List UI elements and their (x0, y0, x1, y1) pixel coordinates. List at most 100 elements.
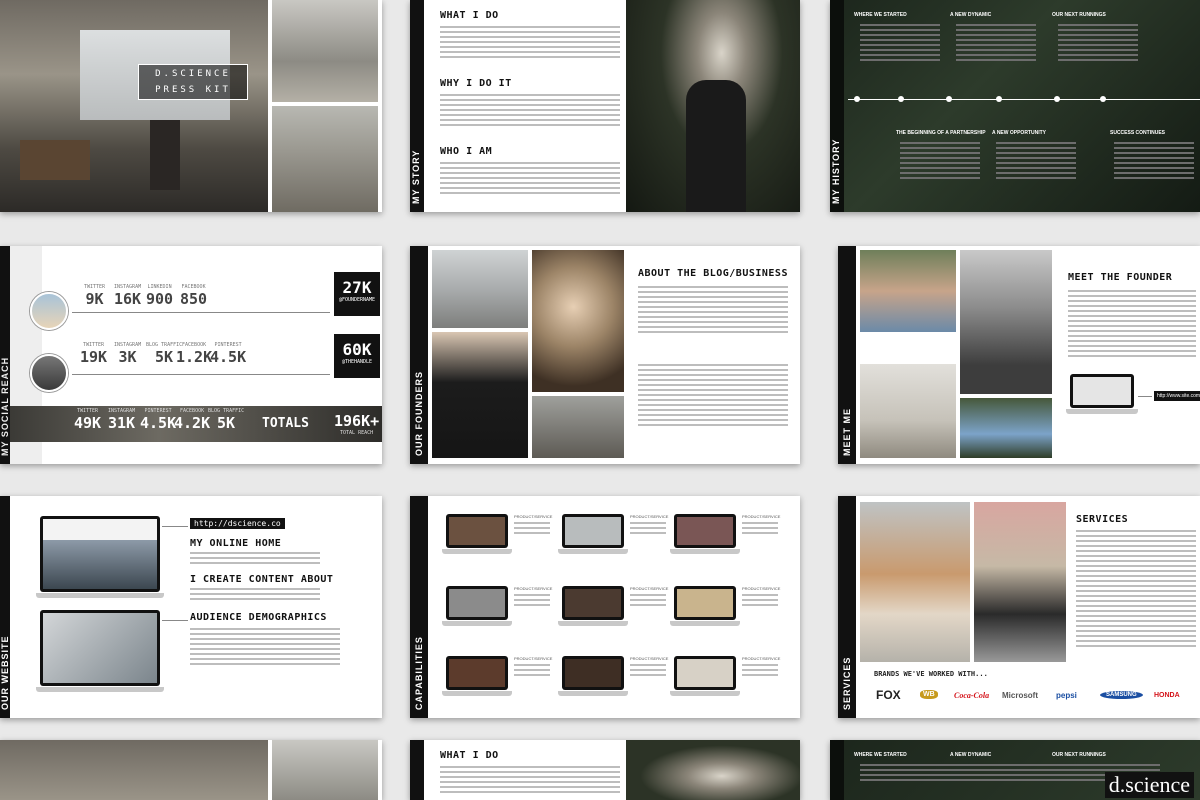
office-photo (0, 740, 268, 800)
totals-label: TOTALS (262, 416, 309, 431)
history-bottom-1-heading: THE BEGINNING OF A PARTNERSHIP (896, 130, 986, 136)
row1-stat-linkedin: LINKEDIN 900 (146, 284, 174, 308)
meet-photo-1 (860, 250, 956, 332)
totals-stat-instagram: INSTAGRAM 31K (108, 408, 136, 432)
founders-photo-4 (532, 396, 624, 458)
website-url[interactable]: http://dscience.co (190, 518, 285, 529)
what-i-do-heading: WHAT I DO (440, 10, 499, 21)
capability-title: PRODUCT/SERVICE (742, 514, 781, 519)
office-photo (0, 0, 268, 212)
history-bottom-2-heading: A NEW OPPORTUNITY (992, 130, 1046, 136)
row1-arrow (72, 312, 330, 313)
meet-url-arrow (1138, 396, 1152, 397)
capability-title: PRODUCT/SERVICE (514, 586, 553, 591)
services-text (1076, 530, 1196, 650)
what-i-do-text (440, 26, 620, 61)
website-arrow-1 (162, 526, 188, 527)
meet-me-label: MEET ME (842, 407, 852, 456)
brand-honda-logo: HONDA (1154, 692, 1180, 699)
founder-1-avatar (30, 292, 68, 330)
website-arrow-2 (162, 620, 188, 621)
history-bottom-1-text (900, 142, 980, 182)
history-top-1-heading: WHERE WE STARTED (854, 752, 907, 758)
slide-press-kit-repeat[interactable] (0, 740, 382, 800)
slide-meet-me[interactable]: MEET ME MEET THE FOUNDER http://www.site… (838, 246, 1200, 464)
totals-stat-pinterest: PINTEREST 4.5K (140, 408, 177, 432)
timeline-dot (1054, 96, 1060, 102)
about-blog-text-1 (638, 286, 788, 336)
history-top-2-heading: A NEW DYNAMIC (950, 12, 992, 18)
capability-laptop (670, 514, 740, 554)
timeline-dot (946, 96, 952, 102)
slide-our-website[interactable]: OUR WEBSITE http://dscience.co MY ONLINE… (0, 496, 382, 718)
create-content-text (190, 588, 320, 603)
my-history-label: MY HISTORY (831, 138, 841, 204)
press-kit-title: D.SCIENCE PRESS KIT (138, 64, 248, 100)
beach-photo-top (272, 740, 378, 800)
woman-portrait-photo (626, 740, 800, 800)
slide-our-founders[interactable]: OUR FOUNDERS ABOUT THE BLOG/BUSINESS (410, 246, 800, 464)
who-i-am-heading: WHO I AM (440, 146, 493, 157)
capability-text (742, 664, 778, 679)
history-top-2-text (956, 24, 1036, 64)
history-top-2-heading: A NEW DYNAMIC (950, 752, 992, 758)
history-bottom-3-heading: SUCCESS CONTINUES (1110, 130, 1166, 136)
capability-text (630, 594, 666, 609)
audience-demographics-heading: AUDIENCE DEMOGRAPHICS (190, 612, 327, 623)
total-reach-value: 196K+ TOTAL REACH (334, 412, 380, 436)
why-i-do-it-text (440, 94, 620, 129)
founder-2-avatar (30, 354, 68, 392)
meet-founder-text (1068, 290, 1196, 360)
my-online-home-heading: MY ONLINE HOME (190, 538, 282, 549)
what-i-do-heading: WHAT I DO (440, 750, 499, 761)
slide-capabilities[interactable]: CAPABILITIES PRODUCT/SERVICE PRODUCT/SER… (410, 496, 800, 718)
timeline-dot (1100, 96, 1106, 102)
beach-photo-bottom (272, 106, 378, 212)
website-laptop-2 (36, 610, 164, 692)
brand-wb-logo: WB (920, 690, 938, 699)
meet-url-tag[interactable]: http://www.site.com (1154, 391, 1200, 401)
slide-social-reach[interactable]: MY SOCIAL REACH TWITTER 9K INSTAGRAM 16K L… (0, 246, 382, 464)
services-photo-1 (860, 502, 970, 662)
create-content-heading: I CREATE CONTENT ABOUT (190, 574, 334, 585)
capability-text (514, 594, 550, 609)
brand-cocacola-logo: Coca-Cola (954, 691, 990, 700)
capability-laptop (442, 656, 512, 696)
our-website-label: OUR WEBSITE (0, 635, 10, 710)
row1-stat-facebook: FACEBOOK 850 (180, 284, 208, 308)
capability-title: PRODUCT/SERVICE (630, 586, 669, 591)
meet-photo-3 (860, 364, 956, 458)
row1-total-box: 27K @FOUNDERNAME (334, 272, 380, 316)
capability-text (742, 522, 778, 537)
services-label: SERVICES (842, 656, 852, 710)
slide-press-kit[interactable]: D.SCIENCE PRESS KIT (0, 0, 382, 212)
capability-laptop (558, 656, 628, 696)
capability-title: PRODUCT/SERVICE (742, 586, 781, 591)
meet-laptop-image (1066, 374, 1138, 414)
my-story-label: MY STORY (411, 149, 421, 204)
history-top-3-heading: OUR NEXT RUNNINGS (1052, 12, 1106, 18)
services-heading: SERVICES (1076, 514, 1129, 525)
online-home-text (190, 552, 320, 567)
audience-demographics-text (190, 628, 340, 668)
history-top-3-text (1058, 24, 1138, 64)
row1-stat-instagram: INSTAGRAM 16K (114, 284, 142, 308)
totals-stat-blog: BLOG TRAFFIC 5K (208, 408, 245, 432)
timeline-dot (898, 96, 904, 102)
row2-stat-pinterest: PINTEREST 4.5K (210, 342, 247, 366)
capability-title: PRODUCT/SERVICE (514, 656, 553, 661)
slide-my-story-repeat[interactable]: WHAT I DO (410, 740, 800, 800)
capability-text (514, 522, 550, 537)
dscience-watermark: d.science (1104, 772, 1194, 798)
slide-services[interactable]: SERVICES SERVICES BRANDS WE'VE WORKED WI… (838, 496, 1200, 718)
brands-heading: BRANDS WE'VE WORKED WITH... (874, 670, 988, 678)
services-photo-2 (974, 502, 1066, 662)
slide-my-history[interactable]: MY HISTORY WHERE WE STARTED A NEW DYNAMI… (830, 0, 1200, 212)
press-kit-title-line2: PRESS KIT (155, 85, 231, 95)
history-top-1-text (860, 24, 940, 64)
slide-my-story[interactable]: MY STORY WHAT I DO WHY I DO IT WHO I AM (410, 0, 800, 212)
row2-stat-facebook: FACEBOOK 1.2K (176, 342, 213, 366)
capability-text (630, 522, 666, 537)
founders-photo-2 (532, 250, 624, 392)
capability-laptop (670, 586, 740, 626)
